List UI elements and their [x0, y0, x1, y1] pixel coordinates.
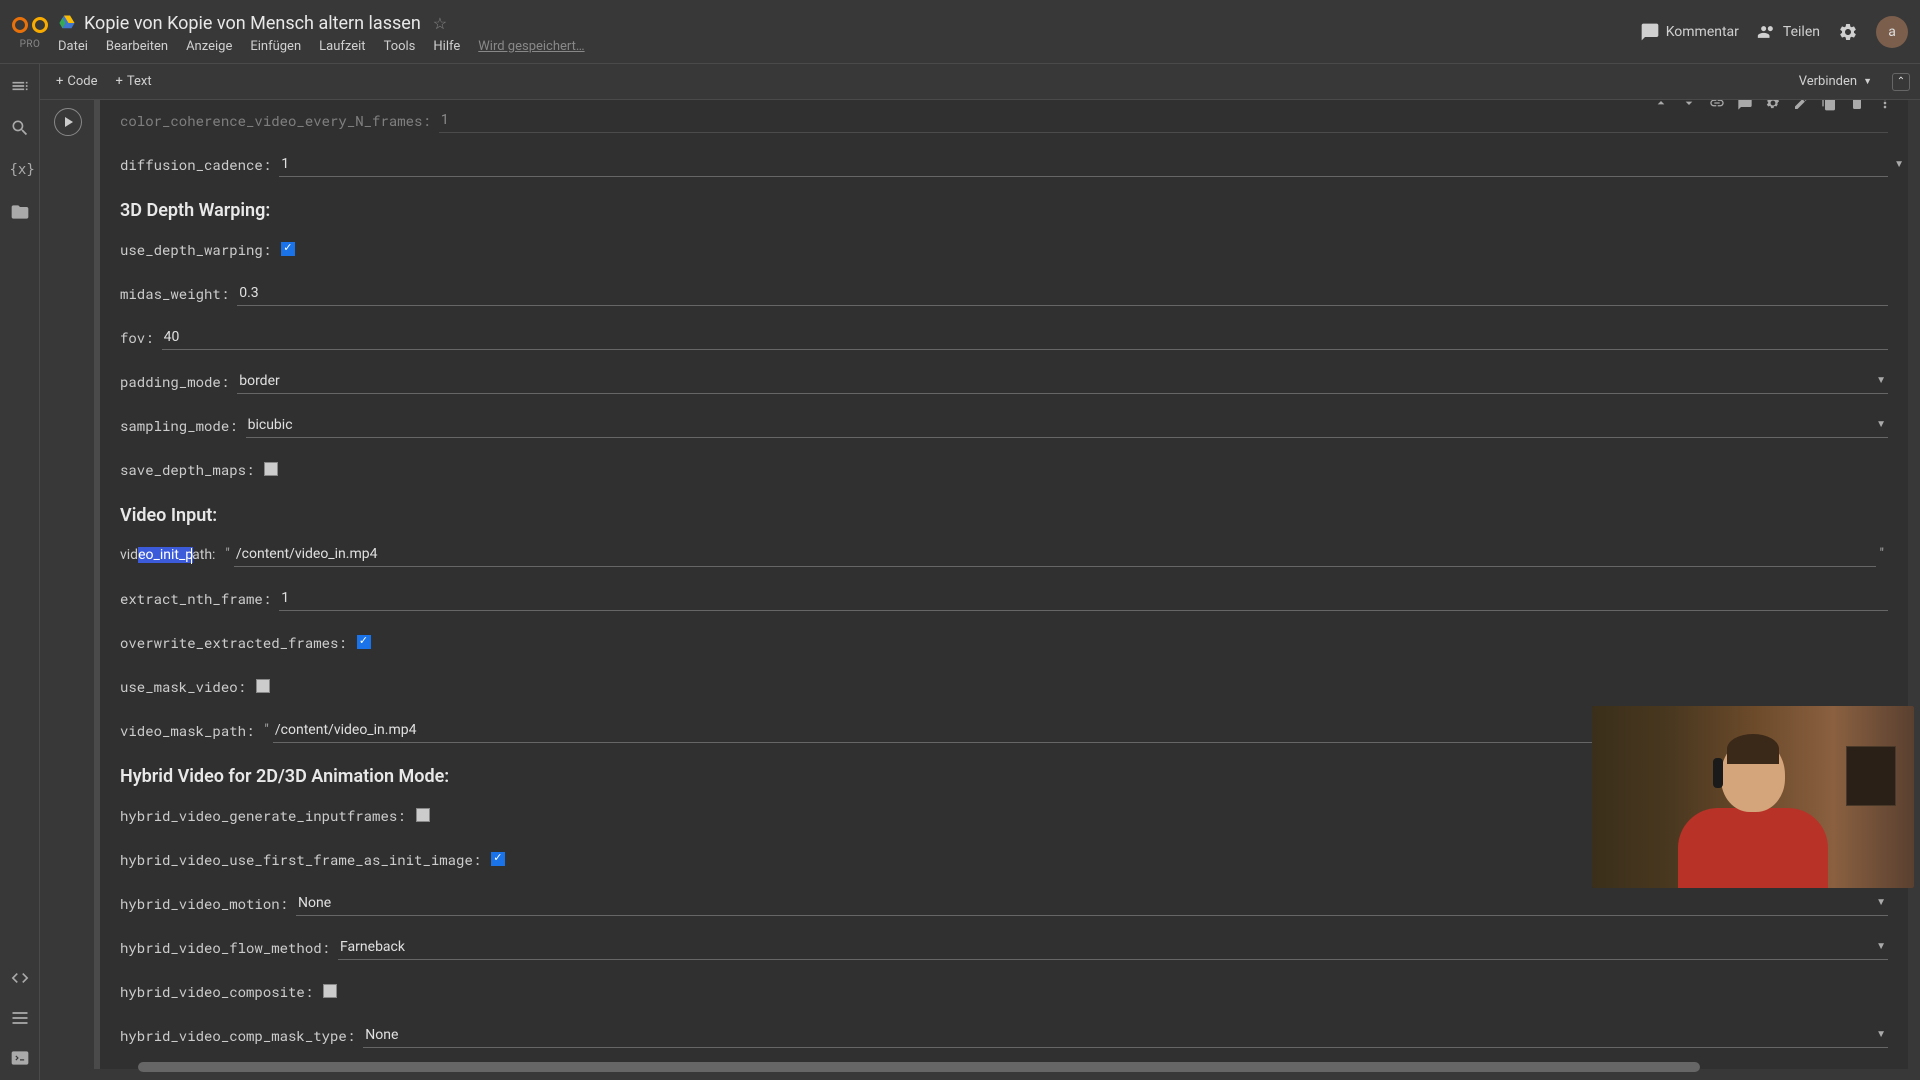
- share-button[interactable]: Teilen: [1757, 22, 1820, 42]
- video-mask-path-label: video_mask_path:: [120, 721, 254, 740]
- section-video-input: Video Input:: [120, 505, 1888, 526]
- extract-nth-frame-label: extract_nth_frame:: [120, 589, 271, 608]
- command-palette-icon[interactable]: [10, 1008, 30, 1028]
- collapse-toolbar-button[interactable]: ⌃: [1892, 73, 1910, 91]
- midas-weight-input[interactable]: [237, 281, 1888, 306]
- toolbar: + Code + Text Verbinden ▼ ⌃: [0, 64, 1920, 100]
- hybrid-generate-label: hybrid_video_generate_inputframes:: [120, 806, 406, 825]
- app-header: PRO Kopie von Kopie von Mensch altern la…: [0, 0, 1920, 64]
- sampling-mode-dropdown[interactable]: bicubic▼: [246, 413, 1888, 438]
- chevron-down-icon: ▼: [1876, 941, 1886, 952]
- share-icon: [1757, 22, 1777, 42]
- fov-input[interactable]: [162, 325, 1888, 350]
- section-3d-depth: 3D Depth Warping:: [120, 200, 1888, 221]
- menu-tools[interactable]: Tools: [384, 39, 416, 54]
- overwrite-extracted-frames-checkbox[interactable]: [357, 635, 371, 649]
- save-depth-maps-label: save_depth_maps:: [120, 460, 254, 479]
- hybrid-motion-dropdown[interactable]: None▼: [296, 891, 1888, 916]
- search-icon[interactable]: [10, 118, 30, 138]
- use-mask-video-checkbox[interactable]: [256, 679, 270, 693]
- variables-icon[interactable]: {x}: [10, 160, 30, 180]
- fov-label: fov:: [120, 328, 154, 347]
- menu-hilfe[interactable]: Hilfe: [433, 39, 460, 54]
- video-init-path-label: video_init_path:: [120, 544, 215, 563]
- horizontal-scrollbar[interactable]: [138, 1062, 1700, 1072]
- hybrid-first-frame-label: hybrid_video_use_first_frame_as_init_ima…: [120, 850, 481, 869]
- star-icon[interactable]: ☆: [433, 14, 447, 33]
- menubar: Datei Bearbeiten Anzeige Einfügen Laufze…: [58, 39, 1640, 54]
- menu-datei[interactable]: Datei: [58, 39, 88, 54]
- hybrid-comp-mask-label: hybrid_video_comp_mask_type:: [120, 1026, 355, 1045]
- extract-nth-frame-input[interactable]: [279, 586, 1888, 611]
- hybrid-first-frame-checkbox[interactable]: [491, 852, 505, 866]
- colab-logo[interactable]: [12, 13, 48, 37]
- add-code-button[interactable]: + Code: [56, 74, 98, 89]
- hybrid-motion-label: hybrid_video_motion:: [120, 894, 288, 913]
- menu-bearbeiten[interactable]: Bearbeiten: [106, 39, 168, 54]
- use-depth-warping-checkbox[interactable]: [281, 242, 295, 256]
- sampling-mode-label: sampling_mode:: [120, 416, 238, 435]
- hybrid-flow-method-label: hybrid_video_flow_method:: [120, 938, 330, 957]
- menu-einfugen[interactable]: Einfügen: [250, 39, 301, 54]
- save-depth-maps-checkbox[interactable]: [264, 462, 278, 476]
- title-area: Kopie von Kopie von Mensch altern lassen…: [58, 9, 1640, 54]
- drive-icon: [58, 14, 76, 32]
- diffusion-cadence-input[interactable]: [279, 152, 1888, 177]
- connect-button[interactable]: Verbinden ▼: [1789, 70, 1882, 93]
- comment-button[interactable]: Kommentar: [1640, 22, 1739, 42]
- header-right: Kommentar Teilen a: [1640, 16, 1908, 48]
- overwrite-extracted-frames-label: overwrite_extracted_frames:: [120, 633, 347, 652]
- use-mask-video-label: use_mask_video:: [120, 677, 246, 696]
- doc-title[interactable]: Kopie von Kopie von Mensch altern lassen: [84, 13, 421, 34]
- color-coherence-input[interactable]: [439, 108, 1888, 133]
- chevron-down-icon: ▼: [1876, 1029, 1886, 1040]
- comment-icon: [1640, 22, 1660, 42]
- menu-anzeige[interactable]: Anzeige: [186, 39, 232, 54]
- colab-logo-area: PRO: [12, 13, 48, 50]
- midas-weight-label: midas_weight:: [120, 284, 229, 303]
- color-coherence-label: color_coherence_video_every_N_frames:: [120, 111, 431, 130]
- hybrid-comp-mask-dropdown[interactable]: None▼: [363, 1023, 1888, 1048]
- chevron-down-icon: ▼: [1876, 419, 1886, 430]
- files-icon[interactable]: [10, 202, 30, 222]
- chevron-down-icon: ▼: [1876, 897, 1886, 908]
- add-text-button[interactable]: + Text: [116, 74, 152, 89]
- settings-icon[interactable]: [1838, 22, 1858, 42]
- diffusion-cadence-label: diffusion_cadence:: [120, 155, 271, 174]
- chevron-down-icon: ▼: [1876, 375, 1886, 386]
- menu-laufzeit[interactable]: Laufzeit: [319, 39, 365, 54]
- padding-mode-dropdown[interactable]: border▼: [237, 369, 1888, 394]
- hybrid-composite-checkbox[interactable]: [323, 984, 337, 998]
- cell-body: color_coherence_video_every_N_frames: di…: [100, 100, 1908, 1069]
- run-cell-button[interactable]: [54, 108, 82, 136]
- cell-gutter: [48, 100, 88, 1069]
- toc-icon[interactable]: [10, 76, 30, 96]
- collapse-icon[interactable]: ▼: [1894, 159, 1904, 170]
- use-depth-warping-label: use_depth_warping:: [120, 240, 271, 259]
- hybrid-composite-label: hybrid_video_composite:: [120, 982, 313, 1001]
- code-snippets-icon[interactable]: [10, 968, 30, 988]
- terminal-icon[interactable]: [10, 1048, 30, 1068]
- left-rail: {x}: [0, 64, 40, 1080]
- save-status: Wird gespeichert…: [478, 39, 584, 54]
- hybrid-flow-method-dropdown[interactable]: Farneback▼: [338, 935, 1888, 960]
- code-cell: color_coherence_video_every_N_frames: di…: [48, 100, 1908, 1069]
- hybrid-generate-checkbox[interactable]: [416, 808, 430, 822]
- padding-mode-label: padding_mode:: [120, 372, 229, 391]
- video-init-path-input[interactable]: [234, 542, 1876, 567]
- webcam-overlay[interactable]: [1592, 706, 1914, 888]
- pro-badge: PRO: [20, 39, 41, 50]
- notebook-main: color_coherence_video_every_N_frames: di…: [40, 100, 1920, 1080]
- avatar[interactable]: a: [1876, 16, 1908, 48]
